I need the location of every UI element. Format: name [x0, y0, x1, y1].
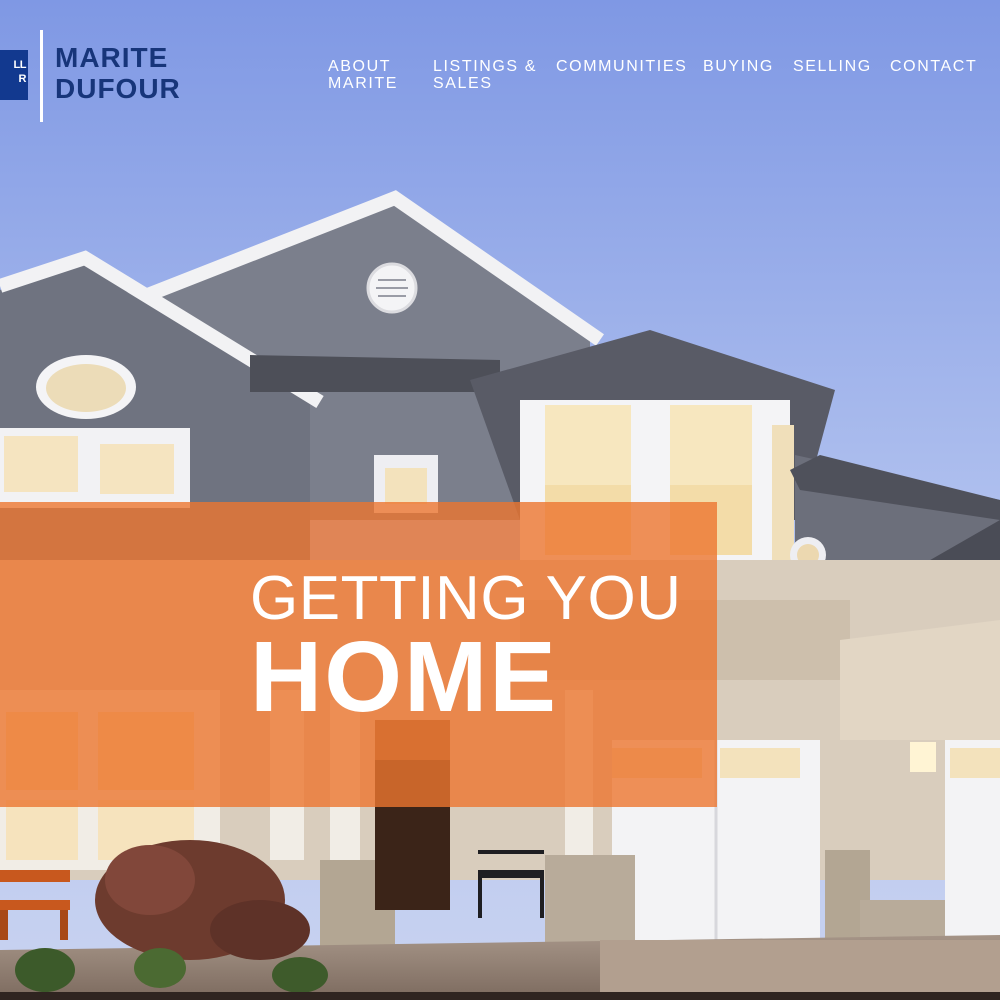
nav-buying[interactable]: BUYING — [703, 58, 774, 75]
hero-headline-line2: HOME — [250, 621, 558, 733]
nav-label: ABOUT — [328, 58, 392, 75]
nav-label: SALES — [433, 75, 493, 92]
nav-label: MARITE — [328, 75, 399, 92]
nav-selling[interactable]: SELLING — [793, 58, 872, 75]
house-photo — [0, 0, 1000, 1000]
nav-label: LISTINGS & — [433, 58, 538, 75]
nav-about-marite[interactable]: ABOUT MARITE — [328, 58, 398, 92]
nav-label: CONTACT — [890, 58, 978, 75]
nav-label: COMMUNITIES — [556, 58, 688, 75]
nav-listings-sales[interactable]: LISTINGS & SALES — [433, 58, 537, 92]
nav-label: SELLING — [793, 58, 872, 75]
hero-background — [0, 0, 1000, 1000]
main-nav: ABOUT MARITE LISTINGS & SALES COMMUNITIE… — [0, 58, 1000, 98]
nav-label: BUYING — [703, 58, 774, 75]
nav-contact[interactable]: CONTACT — [890, 58, 977, 75]
nav-communities[interactable]: COMMUNITIES — [556, 58, 687, 75]
